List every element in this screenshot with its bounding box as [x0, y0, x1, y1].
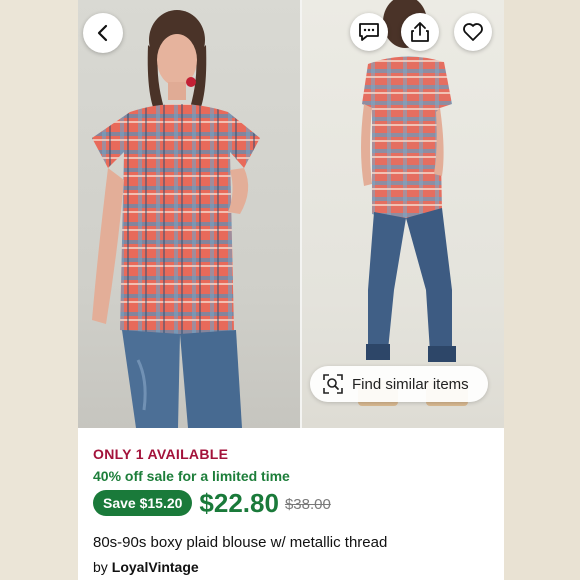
listing-info: ONLY 1 AVAILABLE 40% off sale for a limi…: [78, 428, 504, 580]
listing-card: Find similar items ONLY 1 AVAILABLE 40% …: [78, 0, 504, 580]
visual-search-icon: [323, 374, 343, 394]
find-similar-button[interactable]: Find similar items: [310, 366, 488, 402]
message-icon: [359, 23, 379, 41]
model-front-figure: [92, 10, 260, 428]
heart-icon: [463, 23, 483, 41]
seller-line: by LoyalVintage: [93, 559, 199, 575]
page-margin-right: [504, 0, 580, 580]
back-button[interactable]: [83, 13, 123, 53]
model-back-figure: [358, 0, 468, 406]
price-row: Save $15.20 $22.80 $38.00: [93, 488, 331, 518]
product-photo-front[interactable]: [78, 0, 300, 428]
share-button[interactable]: [401, 13, 439, 51]
sale-price: $22.80: [199, 487, 279, 518]
favorite-button[interactable]: [454, 13, 492, 51]
page-margin-left: [0, 0, 78, 580]
seller-name-link[interactable]: LoyalVintage: [112, 559, 199, 575]
sale-text: 40% off sale for a limited time: [93, 468, 290, 484]
share-icon: [411, 22, 429, 42]
save-badge: Save $15.20: [93, 490, 193, 516]
seller-prefix: by: [93, 559, 108, 575]
availability-badge: ONLY 1 AVAILABLE: [93, 446, 229, 462]
find-similar-label: Find similar items: [352, 375, 469, 393]
listing-title: 80s-90s boxy plaid blouse w/ metallic th…: [93, 534, 388, 551]
original-price: $38.00: [284, 496, 331, 513]
message-seller-button[interactable]: [350, 13, 388, 51]
product-photo-back[interactable]: [302, 0, 504, 428]
chevron-left-icon: [97, 24, 108, 42]
